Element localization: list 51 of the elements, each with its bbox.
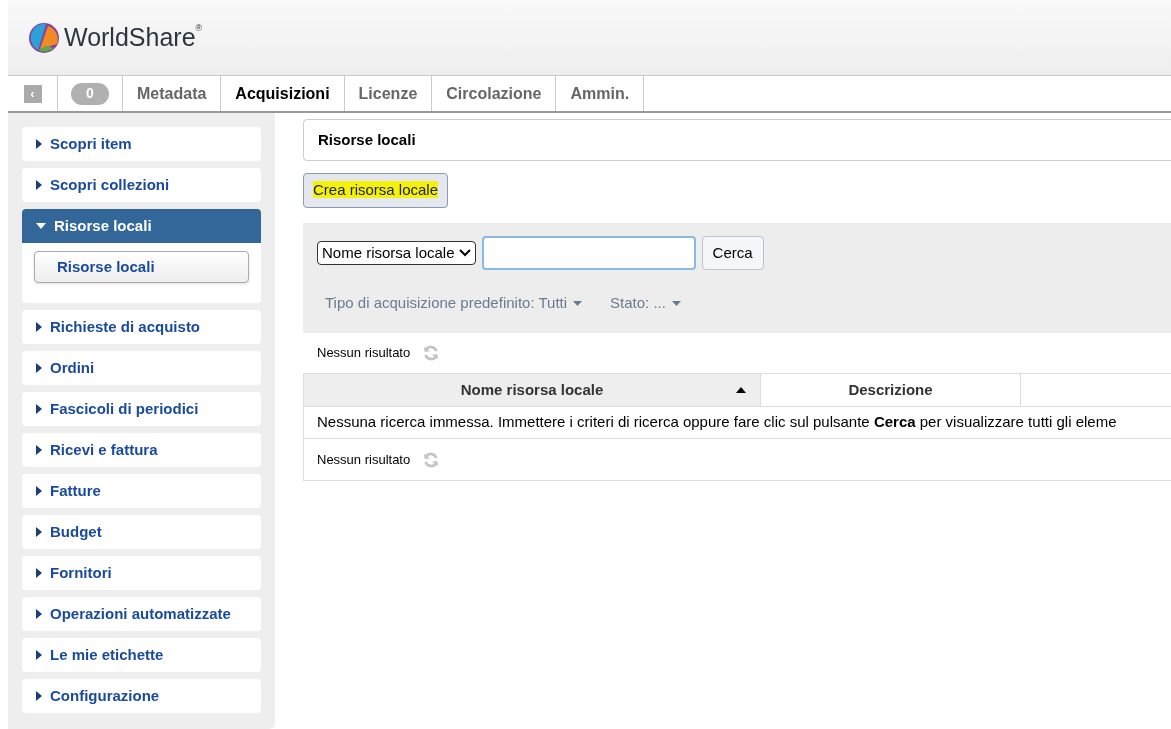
sidebar-item[interactable]: Fornitori: [22, 556, 261, 590]
result-count: Nessun risultato: [317, 344, 411, 363]
caret-down-icon: [573, 300, 583, 306]
sidebar-item[interactable]: Richieste di acquisto: [22, 310, 261, 344]
caret-down-icon: [671, 300, 681, 306]
chevron-down-icon: [458, 249, 471, 257]
caret-right-icon: [36, 445, 42, 455]
caret-right-icon: [36, 139, 42, 149]
create-button[interactable]: Crea risorsa locale: [303, 173, 449, 208]
sidebar-item[interactable]: Configurazione: [22, 679, 261, 713]
nav-tab[interactable]: Circolazione: [432, 76, 557, 111]
sidebar-item[interactable]: Scopri collezioni: [22, 168, 261, 202]
registered-mark: ®: [195, 22, 203, 33]
caret-down-icon: [36, 223, 46, 229]
logo-icon: [28, 21, 60, 54]
sidebar-item[interactable]: Operazioni automatizzate: [22, 597, 261, 631]
caret-right-icon: [36, 322, 42, 332]
refresh-icon[interactable]: [422, 344, 441, 362]
nav-tab[interactable]: Licenze: [344, 76, 433, 111]
logo-text: WorldShare: [64, 21, 196, 53]
caret-right-icon: [36, 486, 42, 496]
refresh-icon[interactable]: [422, 450, 441, 469]
caret-right-icon: [36, 650, 42, 660]
result-count: Nessun risultato: [317, 450, 411, 469]
filter-dropdown[interactable]: Tipo di acquisizione predefinito: Tutti: [325, 292, 583, 315]
page-title: Risorse locali: [318, 129, 416, 150]
sidebar-item[interactable]: Scopri item: [22, 127, 261, 161]
sidebar-item[interactable]: Budget: [22, 515, 261, 549]
search-field[interactable]: [481, 236, 696, 270]
filter-dropdown[interactable]: Stato: ...: [610, 292, 681, 315]
sidebar-item[interactable]: Fascicoli di periodici: [22, 392, 261, 426]
field-dropdown[interactable]: Nome risorsa locale: [317, 241, 476, 265]
sort-up-icon: [736, 387, 746, 393]
nav-tab[interactable]: Ammin.: [556, 76, 645, 111]
sidebar-item[interactable]: Fatture: [22, 474, 261, 508]
caret-right-icon: [36, 404, 42, 414]
sidebar-item[interactable]: Ordini: [22, 351, 261, 385]
caret-right-icon: [36, 691, 42, 701]
caret-right-icon: [36, 363, 42, 373]
sidebar-item[interactable]: Ricevi e fattura: [22, 433, 261, 467]
search-button[interactable]: Cerca: [701, 236, 764, 270]
sidebar-item[interactable]: Le mie etichette: [22, 638, 261, 672]
caret-right-icon: [36, 568, 42, 578]
column-header[interactable]: Descrizione: [761, 374, 1021, 406]
count-badge: 0: [71, 82, 109, 105]
sidebar-item[interactable]: Risorse locali: [22, 209, 261, 243]
caret-right-icon: [36, 527, 42, 537]
subitem-button[interactable]: Risorse locali: [34, 251, 249, 283]
caret-right-icon: [36, 609, 42, 619]
empty-message: Nessuna ricerca immessa. Immettere i criteri di ricerca oppure fare clic sul pulsante Cerca per visualizzare tutti gli eleme: [317, 412, 1117, 433]
caret-right-icon: [36, 180, 42, 190]
